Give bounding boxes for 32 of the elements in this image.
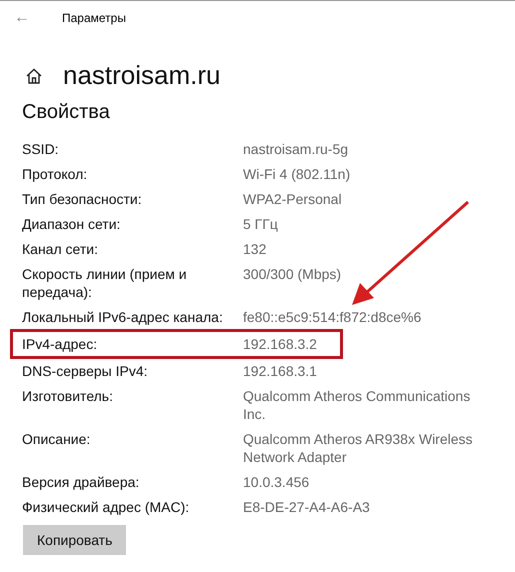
property-label: DNS-серверы IPv4: <box>22 362 149 380</box>
copy-button[interactable]: Копировать <box>23 525 126 555</box>
property-value: WPA2-Personal <box>243 190 343 208</box>
property-label: Тип безопасности: <box>22 190 143 208</box>
property-value: 132 <box>243 240 268 258</box>
property-label: IPv4-адрес: <box>22 335 98 353</box>
window-title: Параметры <box>62 11 126 25</box>
property-value: Wi-Fi 4 (802.11n) <box>243 165 352 183</box>
property-value: Qualcomm Atheros AR938x Wireless Network Adapter <box>243 430 474 466</box>
property-value: 192.168.3.2 <box>243 335 318 353</box>
property-label: Протокол: <box>22 165 88 183</box>
property-label: Физический адрес (MAC): <box>22 498 190 516</box>
property-value: 300/300 (Mbps) <box>243 265 342 284</box>
property-value: nastroisam.ru-5g <box>243 140 350 158</box>
property-value: 192.168.3.1 <box>243 362 318 380</box>
property-label: Диапазон сети: <box>22 215 122 233</box>
property-value: E8-DE-27-A4-A6-A3 <box>243 498 371 516</box>
property-label: Скорость линии (прием и передача): <box>22 265 188 301</box>
property-label: Изготовитель: <box>22 387 114 406</box>
section-title: Свойства <box>22 101 111 124</box>
property-value: 5 ГГц <box>243 215 279 233</box>
back-button[interactable]: ← <box>14 9 62 27</box>
property-value: Qualcomm Atheros Communications Inc. <box>243 387 472 423</box>
property-value: 10.0.3.456 <box>243 473 310 491</box>
property-label: Локальный IPv6-адрес канала: <box>22 308 224 326</box>
property-label: SSID: <box>22 140 60 158</box>
property-label: Канал сети: <box>22 240 99 258</box>
property-label: Версия драйвера: <box>22 473 140 491</box>
network-name: nastroisam.ru <box>63 60 220 91</box>
home-icon <box>25 66 43 84</box>
property-label: Описание: <box>22 430 92 449</box>
property-value: fe80::e5c9:514:f872:d8ce%6 <box>243 308 422 326</box>
